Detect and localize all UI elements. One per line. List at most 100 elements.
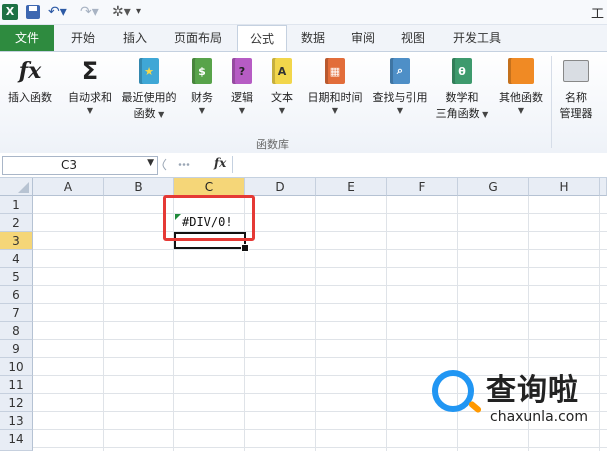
logical-button[interactable]: ? 逻辑 ▼ — [224, 56, 260, 117]
text-button[interactable]: A 文本 ▼ — [264, 56, 300, 117]
more-functions-book-icon — [508, 58, 534, 84]
row-header-3[interactable]: 3 — [0, 232, 33, 250]
chevron-down-icon: ▼ — [396, 106, 404, 115]
gridline — [33, 303, 607, 304]
column-header-d[interactable]: D — [245, 178, 316, 196]
gridline — [33, 213, 607, 214]
row-header-12[interactable]: 12 — [0, 394, 33, 412]
watermark-text: 查询啦 — [486, 373, 579, 408]
chevron-down-icon: ▼ — [517, 106, 525, 115]
column-header-b[interactable]: B — [104, 178, 174, 196]
math-trig-button[interactable]: θ 数学和 三角函数 ▼ — [432, 56, 492, 121]
gridline — [386, 196, 387, 451]
financial-button[interactable]: $ 财务 ▼ — [184, 56, 220, 117]
row-header-2[interactable]: 2 — [0, 214, 33, 232]
tab-insert[interactable]: 插入 — [110, 25, 160, 51]
logical-book-icon: ? — [232, 58, 252, 84]
calendar-book-icon: ▦ — [325, 58, 345, 84]
select-all-corner[interactable] — [0, 178, 33, 196]
math-book-icon: θ — [452, 58, 472, 84]
fx-icon: fx — [18, 58, 42, 84]
ribbon-formulas: fx 插入函数 Σ 自动求和 ▼ ★ 最近使用的 函数 ▼ $ 财务 ▼ ? 逻… — [0, 51, 607, 154]
lookup-book-icon: ⌕ — [390, 58, 410, 84]
name-box[interactable]: C3 ▼ — [2, 156, 158, 175]
star-book-icon: ★ — [139, 58, 159, 84]
gridline — [33, 267, 607, 268]
column-header-a[interactable]: A — [33, 178, 104, 196]
search-logo-icon — [432, 370, 474, 412]
insert-function-fx-icon[interactable]: fx — [214, 156, 226, 170]
tab-view[interactable]: 视图 — [390, 25, 436, 51]
row-header-14[interactable]: 14 — [0, 430, 33, 451]
chevron-down-icon: ▼ — [198, 106, 206, 115]
row-header-10[interactable]: 10 — [0, 358, 33, 376]
formula-bar-resize-handle[interactable] — [160, 156, 200, 173]
customize-qat-icon[interactable]: ▾ — [136, 4, 146, 20]
name-manager-icon — [563, 60, 589, 82]
quick-access-toolbar: X ↶▾ ↷▾ ✲▾ ▾ 工 — [0, 0, 607, 25]
column-header-h[interactable]: H — [529, 178, 600, 196]
formula-bar: C3 ▼ fx — [0, 153, 607, 178]
column-header-partial[interactable] — [600, 178, 607, 196]
row-header-11[interactable]: 11 — [0, 376, 33, 394]
autosum-button[interactable]: Σ 自动求和 ▼ — [62, 56, 118, 117]
tab-review[interactable]: 审阅 — [340, 25, 386, 51]
gridline — [33, 447, 607, 448]
window-title: 工 — [591, 7, 605, 22]
gridline — [33, 321, 607, 322]
formula-input[interactable] — [232, 156, 606, 173]
column-header-c[interactable]: C — [174, 178, 245, 196]
column-header-e[interactable]: E — [316, 178, 387, 196]
row-header-8[interactable]: 8 — [0, 322, 33, 340]
ribbon-separator — [551, 56, 552, 148]
row-header-9[interactable]: 9 — [0, 340, 33, 358]
date-time-button[interactable]: ▦ 日期和时间 ▼ — [304, 56, 366, 117]
gridline — [315, 196, 316, 451]
save-icon[interactable] — [26, 5, 40, 19]
undo-icon[interactable]: ↶▾ — [48, 4, 68, 20]
row-header-1[interactable]: 1 — [0, 196, 33, 214]
column-header-g[interactable]: G — [458, 178, 529, 196]
excel-app-icon[interactable]: X — [2, 4, 18, 20]
watermark-url: chaxunla.com — [490, 409, 588, 425]
column-header-f[interactable]: F — [387, 178, 458, 196]
redo-icon[interactable]: ↷▾ — [80, 4, 100, 20]
text-book-icon: A — [272, 58, 292, 84]
lookup-reference-button[interactable]: ⌕ 查找与引用 ▼ — [368, 56, 432, 117]
group-label-function-library: 函数库 — [256, 138, 289, 151]
tab-home[interactable]: 开始 — [58, 25, 108, 51]
insert-function-button[interactable]: fx 插入函数 — [2, 56, 58, 105]
row-header-6[interactable]: 6 — [0, 286, 33, 304]
row-header-7[interactable]: 7 — [0, 304, 33, 322]
chevron-down-icon: ▼ — [331, 106, 339, 115]
chevron-down-icon: ▼ — [238, 106, 246, 115]
watermark: 查询啦 chaxunla.com — [426, 363, 602, 433]
chevron-down-icon: ▼ — [86, 106, 94, 115]
tab-page-layout[interactable]: 页面布局 — [162, 25, 234, 51]
chevron-down-icon: ▼ — [479, 110, 489, 119]
chevron-down-icon: ▼ — [155, 110, 165, 119]
tab-formulas[interactable]: 公式 — [237, 25, 287, 53]
highlight-box — [163, 195, 255, 241]
name-manager-button[interactable]: 名称 管理器 — [554, 56, 598, 121]
gridline — [33, 231, 607, 232]
more-functions-button[interactable]: 其他函数 ▼ — [494, 56, 548, 117]
chevron-down-icon[interactable]: ▼ — [147, 158, 154, 168]
financial-book-icon: $ — [192, 58, 212, 84]
tab-developer[interactable]: 开发工具 — [442, 25, 512, 51]
row-header-4[interactable]: 4 — [0, 250, 33, 268]
wand-icon[interactable]: ✲▾ — [112, 4, 131, 20]
gridline — [33, 339, 607, 340]
gridline — [33, 357, 607, 358]
gridline — [103, 196, 104, 451]
row-header-5[interactable]: 5 — [0, 268, 33, 286]
gridline — [33, 249, 607, 250]
tab-data[interactable]: 数据 — [290, 25, 336, 51]
sigma-icon: Σ — [81, 57, 99, 85]
recently-used-button[interactable]: ★ 最近使用的 函数 ▼ — [118, 56, 180, 121]
ribbon-tabs: 文件 开始 插入 页面布局 公式 数据 审阅 视图 开发工具 — [0, 25, 607, 53]
gridline — [33, 285, 607, 286]
row-header-13[interactable]: 13 — [0, 412, 33, 430]
fill-handle[interactable] — [241, 244, 249, 252]
tab-file[interactable]: 文件 — [0, 25, 54, 51]
